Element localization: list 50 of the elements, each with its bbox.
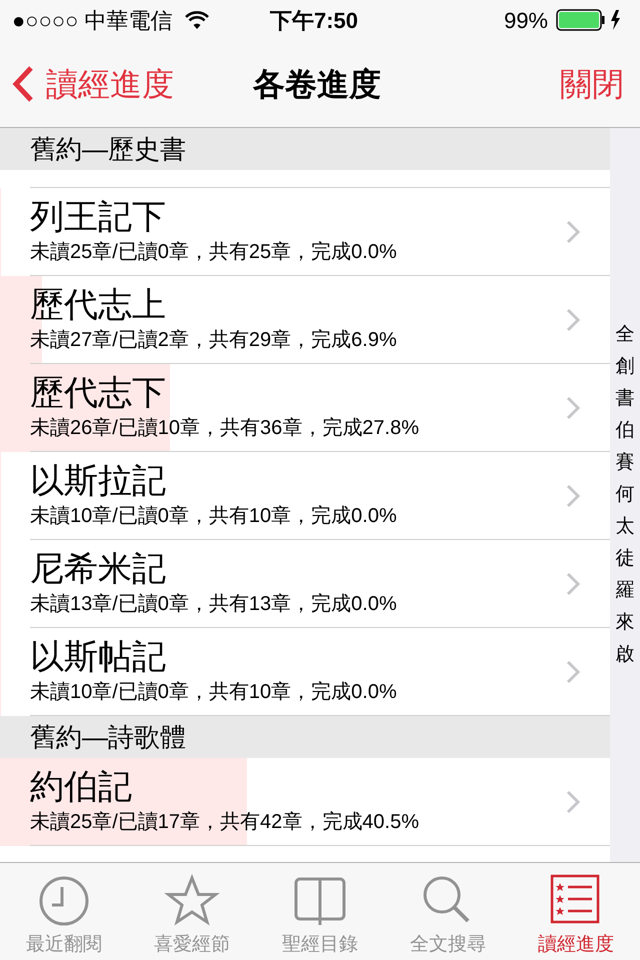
book-name: 列王記下 bbox=[30, 197, 166, 238]
book-row[interactable]: 歷代志上 未讀27章/已讀2章，共有29章，完成6.9% bbox=[0, 276, 610, 364]
back-chevron-icon bbox=[12, 64, 34, 102]
index-letter[interactable]: 羅 bbox=[616, 575, 634, 607]
book-row[interactable]: 歷代志下 未讀26章/已讀10章，共有36章，完成27.8% bbox=[0, 364, 610, 452]
chevron-icon bbox=[566, 220, 580, 244]
progress-detail: 未讀25章/已讀0章，共有25章，完成0.0% bbox=[30, 240, 397, 265]
page-title: 各卷進度 bbox=[253, 64, 381, 104]
index-letter[interactable]: 徒 bbox=[616, 543, 634, 575]
book-row[interactable]: 以斯拉記 未讀10章/已讀0章，共有10章，完成0.0% bbox=[0, 452, 610, 540]
index-letter[interactable]: 伯 bbox=[616, 415, 634, 447]
chevron-icon bbox=[566, 790, 580, 814]
book-row[interactable]: 約伯記 未讀25章/已讀17章，共有42章，完成40.5% bbox=[0, 758, 610, 846]
book-row[interactable]: 尼希米記 未讀13章/已讀0章，共有13章，完成0.0% bbox=[0, 540, 610, 628]
book-name: 歷代志上 bbox=[30, 285, 166, 326]
tab[interactable]: 讀經進度 bbox=[512, 863, 640, 960]
section-header: 舊約—詩歌體 bbox=[0, 716, 610, 758]
progress-detail: 未讀13章/已讀0章，共有13章，完成0.0% bbox=[30, 592, 397, 617]
progress-detail: 未讀10章/已讀0章，共有10章，完成0.0% bbox=[30, 680, 397, 705]
book-row[interactable]: 以斯帖記 未讀10章/已讀0章，共有10章，完成0.0% bbox=[0, 628, 610, 716]
index-letter[interactable]: 創 bbox=[616, 351, 634, 383]
book-name: 約伯記 bbox=[30, 767, 132, 808]
progress-detail: 未讀26章/已讀10章，共有36章，完成27.8% bbox=[30, 416, 420, 441]
book-name: 以斯帖記 bbox=[30, 637, 166, 678]
chevron-icon bbox=[566, 484, 580, 508]
chevron-icon bbox=[566, 572, 580, 596]
index-letter[interactable]: 啟 bbox=[616, 639, 634, 671]
wifi-icon bbox=[184, 11, 209, 29]
book-name: 以斯拉記 bbox=[30, 461, 166, 502]
book-name: 歷代志下 bbox=[30, 373, 166, 414]
index-letter[interactable]: 全 bbox=[616, 319, 634, 351]
close-button[interactable]: 關閉 bbox=[560, 60, 628, 108]
section-header: 舊約—歷史書 bbox=[0, 128, 610, 170]
index-letter[interactable]: 書 bbox=[616, 383, 634, 415]
index-letter[interactable]: 太 bbox=[616, 511, 634, 543]
battery-percent: 99% bbox=[504, 6, 548, 34]
carrier-label: ●○○○○ 中華電信 bbox=[12, 6, 173, 34]
chevron-icon bbox=[566, 660, 580, 684]
back-button[interactable]: 讀經進度 bbox=[12, 60, 174, 108]
book-row[interactable]: 列王記下 未讀25章/已讀0章，共有25章，完成0.0% bbox=[0, 188, 610, 276]
progress-detail: 未讀25章/已讀17章，共有42章，完成40.5% bbox=[30, 810, 420, 835]
progress-detail: 未讀27章/已讀2章，共有29章，完成6.9% bbox=[30, 328, 397, 353]
index-letter[interactable]: 來 bbox=[616, 607, 634, 639]
index-letter[interactable]: 賽 bbox=[616, 447, 634, 479]
chevron-icon bbox=[566, 396, 580, 420]
chevron-icon bbox=[566, 308, 580, 332]
progress-detail: 未讀10章/已讀0章，共有10章，完成0.0% bbox=[30, 504, 397, 529]
book-name: 尼希米記 bbox=[30, 549, 166, 590]
index-letter[interactable]: 何 bbox=[616, 479, 634, 511]
clock-time: 下午7:50 bbox=[270, 6, 358, 34]
